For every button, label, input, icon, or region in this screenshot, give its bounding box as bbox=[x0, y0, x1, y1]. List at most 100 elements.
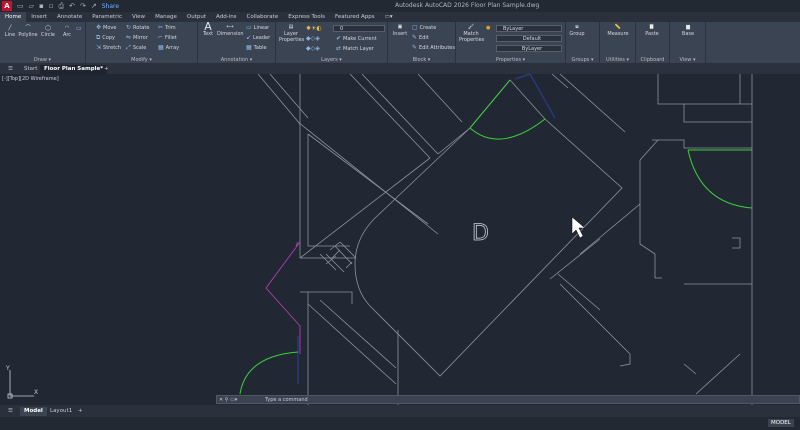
wall bbox=[417, 73, 463, 123]
edit-block-button[interactable]: ✎ Edit bbox=[412, 34, 429, 41]
tab-layout1[interactable]: Layout1 bbox=[46, 407, 76, 416]
edit-attributes-button[interactable]: ✎ Edit Attributes bbox=[412, 44, 455, 51]
save-icon[interactable]: ▪ bbox=[39, 2, 44, 10]
plot-icon[interactable]: ⎙ bbox=[59, 2, 65, 11]
stretch-button[interactable]: ⇲ Stretch bbox=[96, 44, 121, 51]
modify-panel-title[interactable]: Modify ▾ bbox=[86, 57, 197, 64]
match-layer-button[interactable]: ⇄ Match Layer bbox=[336, 45, 374, 52]
group-button[interactable]: ⧈ Group bbox=[569, 24, 585, 37]
arc-button[interactable]: ◠ Arc bbox=[60, 25, 74, 38]
circle-button[interactable]: ◯ Circle bbox=[40, 25, 56, 38]
tab-add-ins[interactable]: Add-ins bbox=[211, 12, 242, 22]
fillet-button[interactable]: ⌐ Fillet bbox=[158, 34, 177, 41]
viewport-controls-label[interactable]: [-][Top][2D Wireframe] bbox=[2, 76, 59, 82]
insert-button[interactable]: ▣ Insert bbox=[392, 24, 408, 37]
add-layout-button[interactable]: + bbox=[74, 407, 87, 416]
create-block-button[interactable]: ▢ Create bbox=[412, 24, 436, 31]
tab-express-tools[interactable]: Express Tools bbox=[283, 12, 330, 22]
trim-button[interactable]: ✂ Trim bbox=[158, 24, 176, 31]
layer-state-icons[interactable]: ✸☀◐ bbox=[306, 25, 322, 32]
tab-annotate[interactable]: Annotate bbox=[52, 12, 87, 22]
share-icon[interactable]: ↗ bbox=[91, 2, 97, 10]
ribbon-toggle-icon[interactable]: ▭▾ bbox=[380, 12, 398, 22]
polyline-button[interactable]: ⌒ Polyline bbox=[18, 25, 38, 38]
lineweight-dropdown[interactable]: Default bbox=[496, 35, 562, 42]
array-button[interactable]: ▦ Array bbox=[158, 44, 179, 51]
layer-properties-button[interactable]: ▤ Layer Properties bbox=[279, 24, 304, 43]
view-panel-title[interactable]: View ▾ bbox=[670, 57, 705, 64]
floor-plan-drawing[interactable]: D Y X bbox=[0, 73, 800, 405]
tab-view[interactable]: View bbox=[127, 12, 150, 22]
match-layer-label: Match Layer bbox=[343, 45, 374, 52]
paste-button[interactable]: 📋 Paste bbox=[638, 24, 666, 37]
groups-panel: ⧈ Group Groups ▾ bbox=[566, 22, 600, 64]
leader-button[interactable]: ↙ Leader bbox=[246, 34, 270, 41]
rotate-button[interactable]: ↻ Rotate bbox=[126, 24, 149, 31]
app-logo[interactable]: A bbox=[2, 1, 12, 11]
tab-floor-plan-sample[interactable]: Floor Plan Sample* bbox=[40, 65, 108, 74]
table-button[interactable]: ▦ Table bbox=[246, 44, 267, 51]
wall bbox=[549, 238, 601, 280]
block-panel: ▣ Insert ▢ Create ✎ Edit ✎ Edit Attributes B… bbox=[388, 22, 456, 64]
paste-icon: 📋 bbox=[648, 24, 656, 30]
draw-panel-title[interactable]: Draw ▾ bbox=[0, 57, 85, 64]
linetype-dropdown[interactable]: ByLayer bbox=[496, 45, 562, 52]
clipboard-panel-title[interactable]: Clipboard bbox=[636, 57, 669, 64]
draw-extra-icons[interactable]: ▭ bbox=[76, 25, 82, 32]
drawing-viewport[interactable]: D Y X bbox=[0, 73, 800, 405]
menu-icon[interactable]: ☰ bbox=[4, 65, 17, 74]
layers-panel-title[interactable]: Layers ▾ bbox=[276, 57, 387, 64]
edit-block-label: Edit bbox=[419, 34, 429, 41]
layer-tools-row2[interactable]: ◆◇◈ bbox=[306, 45, 320, 52]
match-properties-button[interactable]: 🖌 Match Properties bbox=[459, 24, 484, 43]
dimension-button[interactable]: ⟷ Dimension bbox=[217, 24, 244, 37]
open-file-icon[interactable]: ▱ bbox=[29, 2, 34, 10]
linear-button[interactable]: ▭ Linear bbox=[246, 24, 269, 31]
wall bbox=[339, 241, 357, 259]
undo-icon[interactable]: ↶ bbox=[69, 2, 75, 10]
modify-panel: ✥ Move ↻ Rotate ✂ Trim ⧉ Copy ⇋ Mirror ⌐ Fille… bbox=[86, 22, 198, 64]
scale-button[interactable]: ⤢ Scale bbox=[126, 44, 146, 52]
base-button[interactable]: ▆ Base bbox=[674, 24, 702, 37]
command-line[interactable]: ✕ ⚲ ▭▾ Type a command bbox=[216, 395, 800, 404]
command-input[interactable]: Type a command bbox=[265, 397, 308, 403]
annotation-panel-title[interactable]: Annotation ▾ bbox=[198, 57, 275, 64]
tab-manage[interactable]: Manage bbox=[150, 12, 182, 22]
wall bbox=[695, 353, 741, 395]
move-label: Move bbox=[103, 24, 117, 31]
block-panel-title[interactable]: Block ▾ bbox=[388, 57, 455, 64]
redo-icon[interactable]: ↷ bbox=[80, 2, 86, 10]
line-button[interactable]: ╱ Line bbox=[3, 25, 17, 38]
properties-panel-title[interactable]: Properties ▾ bbox=[456, 57, 565, 64]
make-current-button[interactable]: ✔ Make Current bbox=[336, 35, 377, 42]
add-tab-button[interactable]: + bbox=[100, 65, 113, 74]
magenta-outline bbox=[265, 241, 301, 354]
share-button[interactable]: Share bbox=[102, 3, 119, 10]
tab-insert[interactable]: Insert bbox=[26, 12, 52, 22]
tab-model[interactable]: Model bbox=[20, 407, 47, 416]
move-button[interactable]: ✥ Move bbox=[96, 24, 116, 31]
tab-start[interactable]: Start bbox=[20, 65, 41, 74]
door-frame bbox=[514, 73, 531, 80]
mirror-button[interactable]: ⇋ Mirror bbox=[126, 34, 148, 41]
model-space-indicator[interactable]: MODEL bbox=[768, 419, 794, 427]
text-button[interactable]: A Text bbox=[201, 21, 215, 37]
tab-collaborate[interactable]: Collaborate bbox=[242, 12, 284, 22]
save-as-icon[interactable]: ▫ bbox=[49, 2, 54, 10]
color-dropdown[interactable]: ByLayer bbox=[496, 25, 562, 32]
fillet-icon: ⌐ bbox=[158, 34, 164, 41]
copy-button[interactable]: ⧉ Copy bbox=[96, 34, 115, 42]
measure-button[interactable]: 📏 Measure bbox=[602, 24, 634, 37]
command-line-controls[interactable]: ✕ ⚲ ▭▾ bbox=[219, 397, 237, 403]
table-icon: ▦ bbox=[246, 44, 252, 51]
new-file-icon[interactable]: ▭ bbox=[17, 2, 24, 10]
layout-menu-icon[interactable]: ☰ bbox=[4, 407, 17, 416]
groups-panel-title[interactable]: Groups ▾ bbox=[566, 57, 599, 64]
tab-home[interactable]: Home bbox=[0, 12, 27, 22]
window-title: Autodesk AutoCAD 2026 Floor Plan Sample.… bbox=[395, 2, 540, 9]
tab-featured-apps[interactable]: Featured Apps bbox=[330, 12, 380, 22]
layer-tools-row1[interactable]: ◆◇◈ bbox=[306, 35, 320, 42]
tab-parametric[interactable]: Parametric bbox=[87, 12, 127, 22]
utilities-panel-title[interactable]: Utilities ▾ bbox=[600, 57, 635, 64]
layer-dropdown[interactable]: 0 bbox=[333, 25, 385, 32]
